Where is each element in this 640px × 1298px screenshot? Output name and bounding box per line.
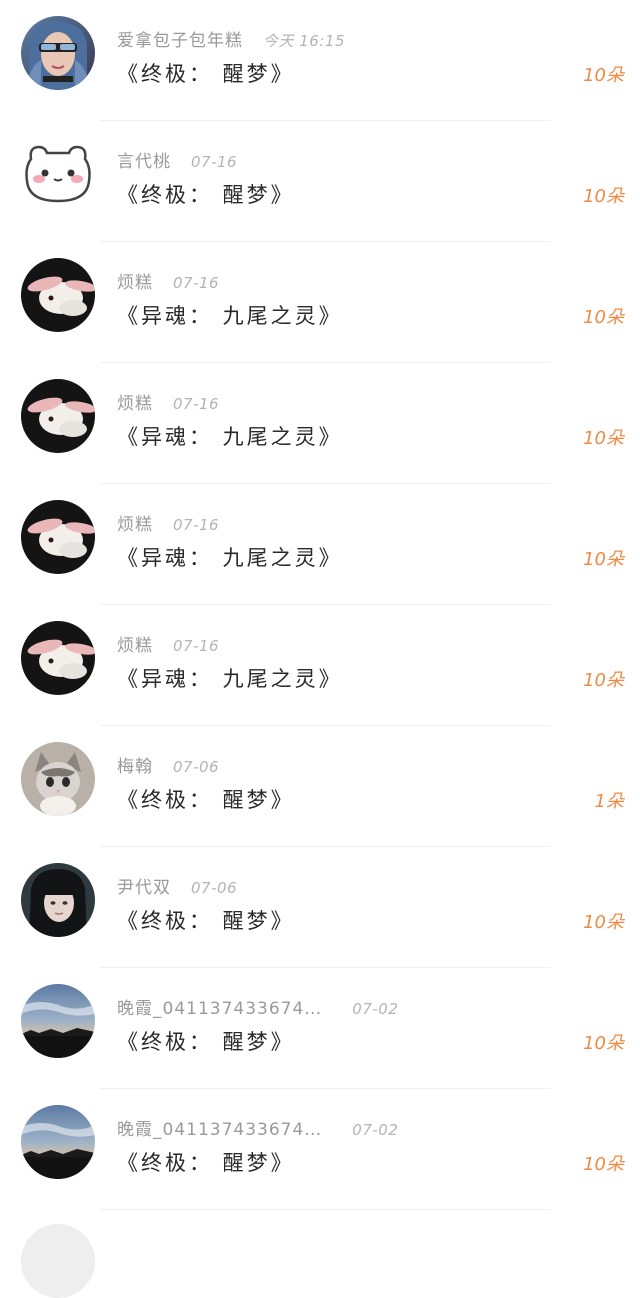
gift-count: 10朵 [583,307,624,328]
record-meta: 烦糕 07-16 [117,389,219,414]
cartoon-bear-avatar-icon [21,137,95,211]
rabbit-avatar-icon [21,379,95,453]
list-item[interactable]: 烦糕 07-16 《异魂： 九尾之灵》 10朵 [0,242,640,363]
dusk-sky-avatar-icon [21,1105,95,1179]
timestamp: 07-06 [173,758,220,776]
rabbit-avatar-icon [21,500,95,574]
timestamp: 今天 16:15 [263,32,345,50]
book-title[interactable]: 《异魂： 九尾之灵》 [117,300,343,330]
timestamp: 07-02 [352,1121,399,1139]
gift-count: 10朵 [583,549,624,570]
book-title[interactable]: 《异魂： 九尾之灵》 [117,421,343,451]
book-title[interactable]: 《终极： 醒梦》 [117,784,295,814]
gift-count: 10朵 [583,1033,624,1054]
gift-record-list: 爱拿包子包年糕 今天 16:15 《终极： 醒梦》 10朵 言代桃 07-16 … [0,0,640,1210]
gift-count: 10朵 [583,65,624,86]
rabbit-avatar-icon [21,621,95,695]
list-item[interactable]: 烦糕 07-16 《异魂： 九尾之灵》 10朵 [0,605,640,726]
record-meta: 爱拿包子包年糕 今天 16:15 [117,26,345,51]
kitten-avatar-icon [21,742,95,816]
avatar[interactable] [21,137,95,211]
record-meta: 烦糕 07-16 [117,510,219,535]
timestamp: 07-16 [173,274,220,292]
list-item[interactable]: 尹代双 07-06 《终极： 醒梦》 10朵 [0,847,640,968]
nickname[interactable]: 言代桃 [117,147,171,172]
book-title[interactable]: 《终极： 醒梦》 [117,1026,295,1056]
sunglasses-woman-avatar-icon [21,16,95,90]
avatar[interactable] [21,16,95,90]
record-meta: 晚霞_041137433674… 07-02 [117,1115,398,1140]
timestamp: 07-16 [173,637,220,655]
gift-count: 10朵 [583,428,624,449]
record-meta: 言代桃 07-16 [117,147,237,172]
book-title[interactable]: 《异魂： 九尾之灵》 [117,663,343,693]
gift-count: 1朵 [594,791,624,812]
rabbit-avatar-icon [21,258,95,332]
record-meta: 晚霞_041137433674… 07-02 [117,994,398,1019]
nickname[interactable]: 梅翰 [117,752,153,777]
record-meta: 烦糕 07-16 [117,631,219,656]
avatar[interactable] [21,863,95,937]
list-item[interactable]: 爱拿包子包年糕 今天 16:15 《终极： 醒梦》 10朵 [0,0,640,121]
avatar[interactable] [21,258,95,332]
timestamp: 07-06 [191,879,238,897]
dusk-sky-avatar-icon [21,984,95,1058]
nickname[interactable]: 爱拿包子包年糕 [117,26,243,51]
nickname[interactable]: 烦糕 [117,268,153,293]
nickname[interactable]: 烦糕 [117,389,153,414]
gift-count: 10朵 [583,1154,624,1175]
avatar[interactable] [21,500,95,574]
list-item[interactable]: 晚霞_041137433674… 07-02 《终极： 醒梦》 10朵 [0,968,640,1089]
nickname[interactable]: 晚霞_041137433674… [117,1115,322,1140]
avatar[interactable] [21,621,95,695]
record-meta: 梅翰 07-06 [117,752,219,777]
record-meta: 烦糕 07-16 [117,268,219,293]
gift-count: 10朵 [583,186,624,207]
list-item[interactable]: 晚霞_041137433674… 07-02 《终极： 醒梦》 10朵 [0,1089,640,1210]
nickname[interactable]: 尹代双 [117,873,171,898]
gift-count: 10朵 [583,670,624,691]
nickname[interactable]: 烦糕 [117,510,153,535]
book-title[interactable]: 《终极： 醒梦》 [117,905,295,935]
book-title[interactable]: 《终极： 醒梦》 [117,179,295,209]
list-item[interactable]: 言代桃 07-16 《终极： 醒梦》 10朵 [0,121,640,242]
book-title[interactable]: 《终极： 醒梦》 [117,58,295,88]
list-item[interactable]: 梅翰 07-06 《终极： 醒梦》 1朵 [0,726,640,847]
timestamp: 07-16 [191,153,238,171]
avatar[interactable] [21,742,95,816]
avatar[interactable] [21,984,95,1058]
nickname[interactable]: 烦糕 [117,631,153,656]
timestamp: 07-16 [173,516,220,534]
avatar[interactable] [21,379,95,453]
book-title[interactable]: 《异魂： 九尾之灵》 [117,542,343,572]
list-item-partial [0,1210,640,1298]
record-meta: 尹代双 07-06 [117,873,237,898]
timestamp: 07-16 [173,395,220,413]
avatar[interactable] [21,1105,95,1179]
gift-count: 10朵 [583,912,624,933]
avatar-placeholder-icon [21,1224,95,1298]
nickname[interactable]: 晚霞_041137433674… [117,994,322,1019]
avatar [21,1224,95,1298]
book-title[interactable]: 《终极： 醒梦》 [117,1147,295,1177]
list-item[interactable]: 烦糕 07-16 《异魂： 九尾之灵》 10朵 [0,484,640,605]
dark-hair-woman-avatar-icon [21,863,95,937]
timestamp: 07-02 [352,1000,399,1018]
list-item[interactable]: 烦糕 07-16 《异魂： 九尾之灵》 10朵 [0,363,640,484]
